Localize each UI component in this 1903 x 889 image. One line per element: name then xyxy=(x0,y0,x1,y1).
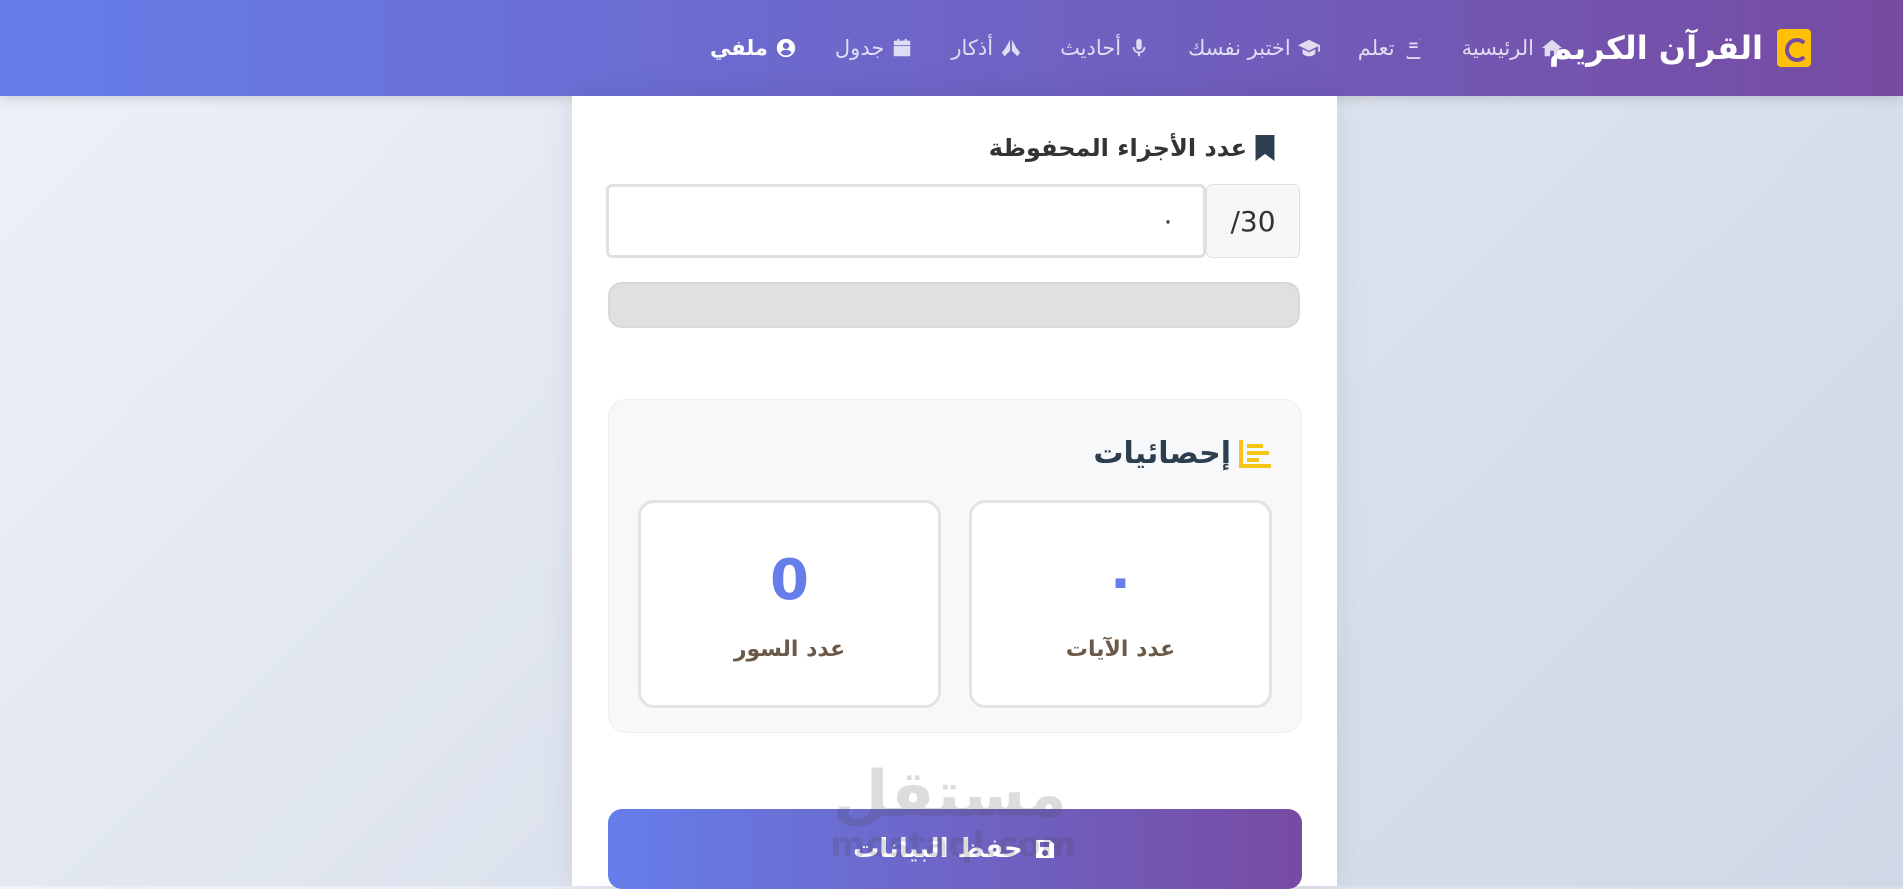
juz-input[interactable] xyxy=(606,184,1206,258)
book-icon xyxy=(1402,37,1424,59)
stat-value-ayat: ٠ xyxy=(1103,548,1138,613)
nav-item-home[interactable]: الرئيسية xyxy=(1462,36,1563,60)
stat-label-surah: عدد السور xyxy=(733,637,846,662)
stats-title-text: إحصائيات xyxy=(1093,436,1231,471)
praying-hands-icon xyxy=(1000,37,1022,59)
calendar-icon xyxy=(891,37,913,59)
juz-total-suffix: 30/ xyxy=(1206,184,1300,258)
save-icon xyxy=(1033,837,1057,861)
bookmark-icon xyxy=(1255,135,1275,161)
nav-item-label: جدول xyxy=(834,36,885,60)
nav-item-schedule[interactable]: جدول xyxy=(835,36,913,60)
nav-item-quiz[interactable]: اختبر نفسك xyxy=(1188,36,1320,60)
quran-icon xyxy=(1777,29,1811,67)
nav-item-label: أحاديث xyxy=(1060,36,1122,60)
save-button-label: حفظ البيانات xyxy=(853,834,1023,864)
profile-card: عدد الأجزاء المحفوظة 30/ إحصائيات ٠ عدد … xyxy=(572,96,1337,889)
microphone-icon xyxy=(1128,37,1150,59)
nav-item-label: ملفي xyxy=(709,36,768,60)
nav-links: الرئيسية تعلم اختبر نفسك أحاديث أذكار جد… xyxy=(710,0,1563,96)
nav-item-learn[interactable]: تعلم xyxy=(1358,36,1424,60)
graduation-cap-icon xyxy=(1297,37,1320,59)
save-button[interactable]: حفظ البيانات xyxy=(608,809,1302,889)
nav-item-adhkar[interactable]: أذكار xyxy=(951,36,1022,60)
juz-input-group: 30/ xyxy=(606,184,1300,258)
brand-link[interactable]: القرآن الكريم xyxy=(1549,0,1811,96)
juz-label-text: عدد الأجزاء المحفوظة xyxy=(988,134,1247,162)
nav-item-profile[interactable]: ملفي xyxy=(710,36,797,60)
stat-card-ayat: ٠ عدد الآيات xyxy=(969,500,1272,708)
stats-title: إحصائيات xyxy=(1093,436,1271,471)
nav-item-hadith[interactable]: أحاديث xyxy=(1060,36,1150,60)
stat-label-ayat: عدد الآيات xyxy=(1065,637,1176,662)
nav-item-label: تعلم xyxy=(1357,36,1395,60)
user-circle-icon xyxy=(775,37,797,59)
nav-item-label: الرئيسية xyxy=(1461,36,1534,60)
nav-item-label: اختبر نفسك xyxy=(1188,36,1291,60)
home-icon xyxy=(1541,37,1563,59)
juz-progress-bar xyxy=(608,282,1300,328)
juz-field-label: عدد الأجزاء المحفوظة xyxy=(989,134,1275,162)
nav-item-label: أذكار xyxy=(951,36,994,60)
navbar: القرآن الكريم الرئيسية تعلم اختبر نفسك أ… xyxy=(0,0,1903,96)
stat-card-surah: 0 عدد السور xyxy=(638,500,941,708)
stat-value-surah: 0 xyxy=(770,548,809,613)
stats-panel: إحصائيات ٠ عدد الآيات 0 عدد السور xyxy=(608,399,1302,733)
brand-title: القرآن الكريم xyxy=(1549,29,1763,67)
chart-bar-icon xyxy=(1239,439,1271,468)
